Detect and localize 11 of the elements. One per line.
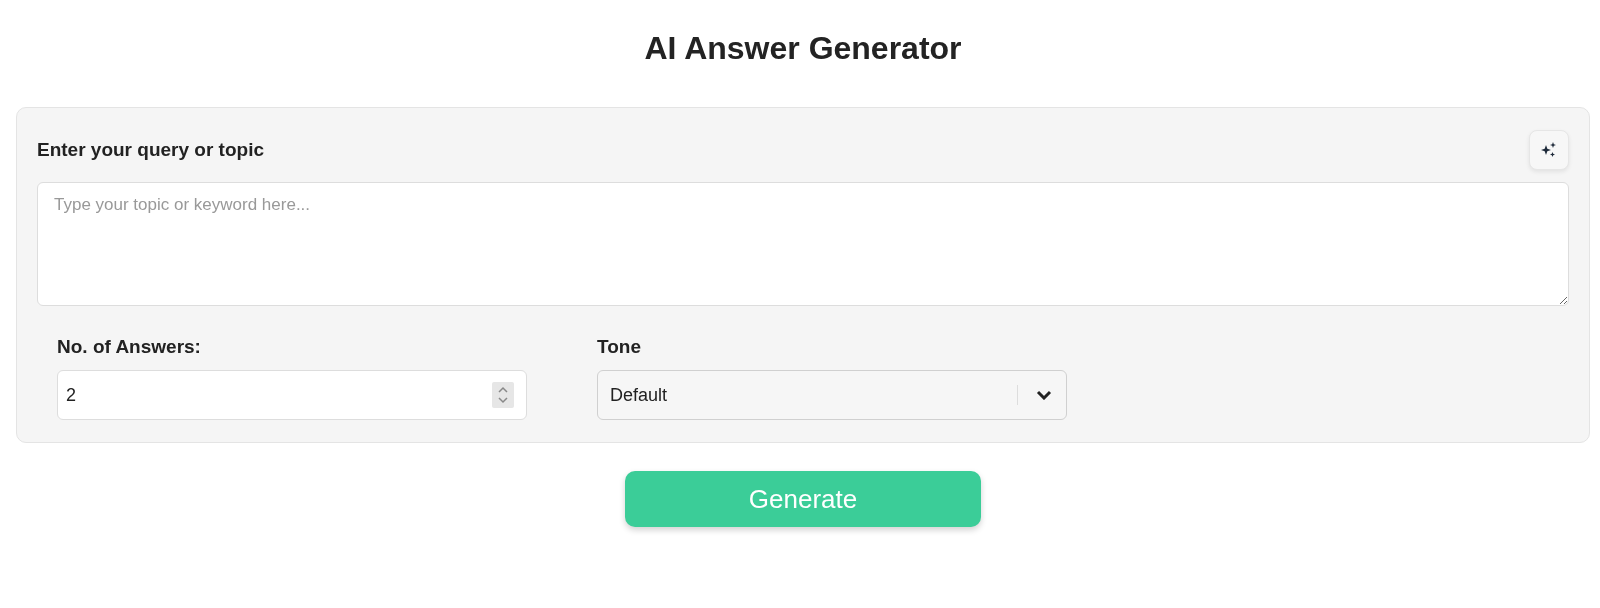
query-field[interactable]: Type your topic or keyword here... — [37, 182, 1569, 306]
spinner-icon[interactable] — [492, 382, 514, 408]
query-label: Enter your query or topic — [37, 139, 264, 161]
tone-label: Tone — [597, 336, 642, 358]
tone-select[interactable]: Default — [597, 370, 1067, 420]
sparkle-icon — [1540, 141, 1558, 159]
chevron-down-icon — [1036, 390, 1052, 400]
sparkle-button[interactable] — [1529, 130, 1569, 170]
answers-label: No. of Answers: — [57, 336, 202, 358]
answers-field[interactable]: 2 — [57, 370, 527, 420]
page-title: AI Answer Generator — [644, 30, 962, 67]
